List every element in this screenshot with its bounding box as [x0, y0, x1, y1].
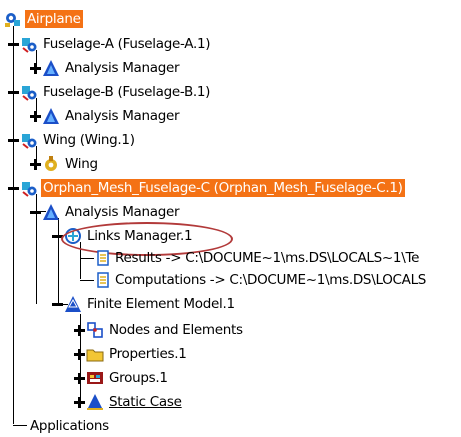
collapse-icon[interactable] [8, 87, 19, 98]
tree-node-analysis-manager[interactable]: Analysis Manager [30, 105, 181, 127]
tree-node-computations-link[interactable]: Computations -> C:\DOCUME~1\ms.DS\LOCALS [96, 269, 428, 291]
expand-icon[interactable] [74, 396, 85, 408]
analysis-manager-icon [42, 107, 60, 125]
tree-node-analysis-manager[interactable]: Analysis Manager [30, 201, 181, 223]
tree-node-properties[interactable]: Properties.1 [74, 343, 189, 365]
tree-node-airplane[interactable]: Airplane [4, 8, 83, 30]
collapse-icon[interactable] [8, 39, 19, 50]
groups-icon [86, 369, 104, 387]
tree-node-nodes-elements[interactable]: Nodes and Elements [74, 319, 245, 341]
tree-node-label: Wing (Wing.1) [43, 132, 135, 148]
part-gear-icon [20, 131, 38, 149]
tree-node-fuselage-a[interactable]: Fuselage-A (Fuselage-A.1) [8, 33, 212, 55]
tree-node-label: Results -> C:\DOCUME~1\ms.DS\LOCALS~1\Te [115, 250, 420, 266]
tree-node-label: Nodes and Elements [109, 322, 243, 338]
collapse-icon[interactable] [30, 207, 41, 218]
tree-node-analysis-manager[interactable]: Analysis Manager [30, 57, 181, 79]
part-gear-icon [20, 83, 38, 101]
tree-node-label: Analysis Manager [65, 60, 180, 76]
tree-node-label: Applications [30, 418, 109, 434]
tree-node-label: Airplane [25, 10, 83, 28]
document-link-icon [96, 249, 110, 267]
collapse-icon[interactable] [8, 135, 19, 146]
tree-node-label: Groups.1 [109, 370, 168, 386]
document-link-icon [96, 271, 110, 289]
tree-node-label: Fuselage-A (Fuselage-A.1) [43, 36, 211, 52]
tree-node-wing-part[interactable]: Wing [30, 153, 100, 175]
nodes-elements-icon [86, 321, 104, 339]
tree-node-label: Computations -> C:\DOCUME~1\ms.DS\LOCALS [115, 272, 427, 288]
product-root-icon [4, 10, 22, 28]
tree-node-label: Wing [65, 156, 98, 172]
fem-icon [64, 295, 82, 313]
tree-node-wing-instance[interactable]: Wing (Wing.1) [8, 129, 137, 151]
part-gear-icon [20, 35, 38, 53]
tree-node-label: Analysis Manager [65, 204, 180, 220]
collapse-icon[interactable] [52, 299, 63, 310]
tree-line [13, 425, 27, 426]
specification-tree: Airplane Fuselage-A (Fuselage-A.1) Analy… [0, 0, 461, 437]
tree-node-static-case[interactable]: Static Case [74, 391, 184, 413]
expand-icon[interactable] [30, 110, 41, 122]
tree-node-label: Properties.1 [109, 346, 187, 362]
collapse-icon[interactable] [8, 183, 19, 194]
tree-node-label: Analysis Manager [65, 108, 180, 124]
analysis-manager-icon [42, 59, 60, 77]
expand-icon[interactable] [74, 348, 85, 360]
tree-node-results-link[interactable]: Results -> C:\DOCUME~1\ms.DS\LOCALS~1\Te [96, 247, 421, 269]
tree-line [80, 258, 94, 259]
tree-node-label: Fuselage-B (Fuselage-B.1) [43, 84, 211, 100]
tree-node-orphan-mesh[interactable]: Orphan_Mesh_Fuselage-C (Orphan_Mesh_Fuse… [8, 177, 405, 199]
analysis-manager-icon [42, 203, 60, 221]
tree-node-label: Static Case [109, 394, 182, 410]
static-case-icon [86, 393, 104, 411]
expand-icon[interactable] [74, 324, 85, 336]
tree-node-label: Finite Element Model.1 [87, 296, 235, 312]
folder-icon [86, 345, 104, 363]
expand-icon[interactable] [30, 158, 41, 170]
tree-node-finite-element-model[interactable]: Finite Element Model.1 [52, 293, 237, 315]
part-gear-icon [20, 179, 38, 197]
tree-node-applications[interactable]: Applications [28, 415, 111, 437]
tree-node-groups[interactable]: Groups.1 [74, 367, 170, 389]
tree-line [80, 280, 94, 281]
expand-icon[interactable] [74, 372, 85, 384]
tree-node-fuselage-b[interactable]: Fuselage-B (Fuselage-B.1) [8, 81, 212, 103]
tree-node-label: Orphan_Mesh_Fuselage-C (Orphan_Mesh_Fuse… [41, 179, 405, 197]
part-icon [42, 155, 60, 173]
expand-icon[interactable] [30, 62, 41, 74]
